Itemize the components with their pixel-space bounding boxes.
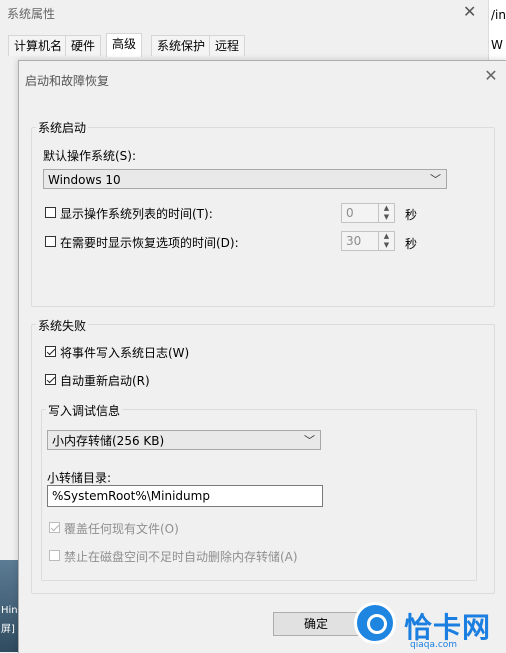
system-properties-title: 系统属性: [7, 7, 56, 21]
system-failure-label: 系统失败: [36, 317, 89, 334]
watermark-url: qiaqa.com: [410, 640, 458, 650]
overwrite-checkbox[interactable]: [49, 522, 60, 533]
tab-system-protection[interactable]: 系统保护: [151, 35, 212, 56]
chevron-down-icon: ﹀: [430, 173, 441, 186]
edge-text: /ind: [491, 8, 506, 22]
dump-type-select[interactable]: 小内存转储(256 KB) ﹀: [47, 430, 321, 450]
seconds-unit: 秒: [405, 208, 418, 222]
show-recovery-stepper[interactable]: 30 ▲ ▼: [341, 231, 395, 251]
tab-advanced[interactable]: 高级: [106, 33, 143, 57]
seconds-unit: 秒: [405, 237, 418, 251]
stepper-arrows[interactable]: ▲ ▼: [378, 204, 394, 222]
tab-hardware[interactable]: 硬件: [65, 35, 102, 56]
dump-dir-input[interactable]: %SystemRoot%\Minidump: [47, 485, 323, 507]
chevron-down-icon[interactable]: ▼: [379, 213, 394, 222]
edge-text: W: [491, 38, 503, 52]
dump-type-value: 小内存转储(256 KB): [52, 434, 165, 448]
default-os-select[interactable]: Windows 10 ﹀: [43, 169, 447, 189]
show-recovery-checkbox[interactable]: [45, 236, 56, 247]
system-properties-close-icon[interactable]: ✕: [463, 2, 476, 21]
watermark-logo-icon: [354, 602, 396, 644]
chevron-up-icon[interactable]: ▲: [379, 204, 394, 213]
show-os-list-value: 0: [346, 206, 354, 220]
close-icon[interactable]: ✕: [481, 65, 501, 87]
show-recovery-value: 30: [346, 234, 362, 248]
show-os-list-checkbox[interactable]: [45, 207, 56, 218]
auto-restart-label: 自动重新启动(R): [60, 374, 150, 388]
show-os-list-stepper[interactable]: 0 ▲ ▼: [341, 203, 395, 223]
show-os-list-label: 显示操作系统列表的时间(T):: [60, 207, 213, 221]
desktop-text: 屏]: [1, 624, 15, 635]
stepper-arrows[interactable]: ▲ ▼: [378, 232, 394, 250]
debug-info-label: 写入调试信息: [46, 402, 123, 419]
startup-recovery-dialog: 启动和故障恢复 ✕ 系统启动 默认操作系统(S): Windows 10 ﹀ 显…: [18, 60, 506, 653]
chevron-down-icon: ﹀: [304, 434, 315, 447]
write-event-checkbox[interactable]: [45, 346, 56, 357]
disable-auto-delete-label: 禁止在磁盘空间不足时自动删除内存转储(A): [64, 550, 298, 564]
default-os-value: Windows 10: [48, 173, 121, 187]
desktop-peek: Hin 屏]: [0, 560, 18, 652]
system-startup-label: 系统启动: [36, 119, 89, 136]
disable-auto-delete-checkbox[interactable]: [49, 550, 60, 561]
tab-computer-name[interactable]: 计算机名: [8, 35, 69, 56]
auto-restart-checkbox[interactable]: [45, 374, 56, 385]
write-event-label: 将事件写入系统日志(W): [60, 346, 190, 360]
ok-button[interactable]: 确定: [273, 612, 359, 636]
default-os-label: 默认操作系统(S):: [43, 149, 137, 163]
overwrite-label: 覆盖任何现有文件(O): [64, 522, 179, 536]
chevron-up-icon[interactable]: ▲: [379, 232, 394, 241]
desktop-text: Hin: [1, 605, 18, 616]
dump-dir-label: 小转储目录:: [47, 471, 112, 485]
chevron-down-icon[interactable]: ▼: [379, 241, 394, 250]
dialog-title: 启动和故障恢复: [25, 74, 110, 88]
tab-remote[interactable]: 远程: [209, 35, 246, 56]
show-recovery-label: 在需要时显示恢复选项的时间(D):: [60, 236, 239, 250]
